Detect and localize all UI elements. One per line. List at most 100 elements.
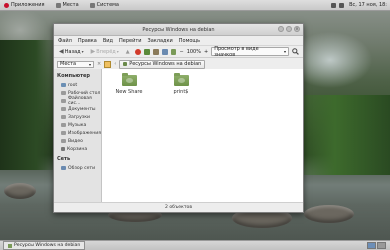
sidebar-item-trash[interactable]: Корзина (54, 145, 101, 153)
toolbar: ◀ Назад ▾ ▶ Вперёд ▾ ▲ − 100% + Просмотр… (54, 46, 303, 58)
sidebar-item-root[interactable]: root (54, 81, 101, 89)
sidebar-mode-select[interactable]: Места ▾ (57, 60, 94, 68)
folder-icon[interactable] (170, 48, 177, 55)
places-menu[interactable]: Места (52, 2, 79, 8)
sidebar-item-filesystem[interactable]: Файловая сис... (54, 96, 101, 106)
wallpaper-rock (304, 205, 354, 223)
network-status-icon[interactable] (331, 2, 337, 8)
edit-location-icon[interactable] (104, 60, 112, 68)
sidebar-item-label: Видео (68, 138, 83, 144)
content-area: Компьютер root Рабочий стол Файловая сис… (54, 69, 303, 202)
applications-menu-label: Приложения (11, 2, 45, 8)
close-button[interactable]: × (294, 26, 300, 32)
sidebar-item-music[interactable]: Музыка (54, 121, 101, 129)
reload-icon[interactable] (143, 48, 150, 55)
menu-edit[interactable]: Правка (78, 38, 97, 44)
folder-icon (61, 115, 66, 119)
minimize-button[interactable] (278, 26, 284, 32)
top-panel: Приложения Места Система Вс, 17 ноя, 18: (0, 0, 390, 11)
chevron-down-icon: ▾ (283, 49, 286, 54)
places-sidebar: Компьютер root Рабочий стол Файловая сис… (54, 69, 102, 202)
chevron-down-icon: ▾ (88, 61, 91, 67)
sidebar-item-label: Документы (68, 106, 96, 112)
chevron-down-icon: ▾ (116, 49, 119, 54)
sidebar-item-videos[interactable]: Видео (54, 137, 101, 145)
sidebar-mode-label: Места (60, 61, 77, 67)
volume-icon[interactable] (339, 2, 345, 8)
sidebar-item-label: Изображения (68, 130, 101, 136)
home-icon[interactable] (152, 48, 159, 55)
menu-view[interactable]: Вид (103, 38, 113, 44)
window-titlebar[interactable]: Ресурсы Windows на debian × (54, 24, 303, 36)
status-text: 2 объектов (164, 205, 193, 210)
sidebar-item-documents[interactable]: Документы (54, 105, 101, 113)
shared-folder-icon (121, 73, 137, 86)
sidebar-item-label: Обзор сети (68, 165, 96, 171)
bottom-panel: Ресурсы Windows на debian (0, 240, 390, 250)
system-menu[interactable]: Система (86, 2, 119, 8)
folder-icon (61, 139, 66, 143)
file-manager-window: Ресурсы Windows на debian × Файл Правка … (53, 23, 304, 213)
stop-icon[interactable] (134, 48, 141, 55)
workspace-1[interactable] (367, 242, 376, 249)
sidebar-item-pictures[interactable]: Изображения (54, 129, 101, 137)
file-item[interactable]: New Share (112, 73, 146, 95)
network-share-icon (123, 62, 128, 66)
forward-button-label: Вперёд (96, 48, 116, 55)
view-mode-label: Просмотр в виде значков (214, 45, 259, 58)
folder-icon (61, 107, 66, 111)
network-icon (61, 166, 66, 170)
sidebar-item-label: Загрузки (68, 114, 91, 120)
wallpaper-trees-left (0, 40, 60, 170)
trash-icon (61, 147, 65, 151)
arrow-left-icon: ◀ (59, 48, 64, 55)
arrow-right-icon: ▶ (90, 48, 96, 55)
places-icon (55, 2, 61, 8)
clock[interactable]: Вс, 17 ноя, 18: (349, 2, 387, 8)
debian-swirl-icon (4, 2, 9, 8)
file-item[interactable]: print$ (164, 73, 198, 95)
close-sidebar-icon[interactable]: × (97, 61, 101, 67)
sidebar-item-browse-network[interactable]: Обзор сети (54, 164, 101, 172)
menu-go[interactable]: Перейти (119, 38, 142, 44)
workspace-switcher[interactable] (367, 242, 386, 249)
shared-folder-icon (173, 73, 189, 86)
workspace-2[interactable] (377, 242, 386, 249)
file-view[interactable]: New Share print$ (102, 69, 303, 202)
desktop-icon (61, 91, 66, 95)
menubar: Файл Правка Вид Перейти Закладки Помощь (54, 36, 303, 46)
sidebar-item-label: root (68, 82, 78, 88)
zoom-out-icon[interactable]: − (179, 49, 183, 55)
applications-menu[interactable]: Приложения (0, 2, 45, 8)
up-arrow-icon[interactable]: ▲ (124, 48, 132, 56)
system-menu-label: Система (96, 2, 119, 8)
home-folder-icon (61, 83, 66, 87)
sidebar-item-label: Корзина (67, 146, 88, 152)
menu-help[interactable]: Помощь (179, 38, 200, 44)
computer-icon[interactable] (161, 48, 168, 55)
system-icon (89, 2, 95, 8)
sidebar-item-label: Файловая сис... (68, 96, 92, 106)
zoom-in-icon[interactable]: + (204, 49, 208, 55)
chevron-left-icon[interactable]: ‹ (114, 61, 116, 67)
search-icon (292, 48, 300, 55)
sidebar-item-label: Музыка (68, 122, 87, 128)
forward-button[interactable]: ▶ Вперёд ▾ (89, 48, 121, 56)
sidebar-item-downloads[interactable]: Загрузки (54, 113, 101, 121)
status-bar: 2 объектов (54, 202, 303, 212)
breadcrumb[interactable]: Ресурсы Windows на debian (119, 59, 206, 69)
menu-file[interactable]: Файл (58, 38, 72, 44)
taskbar-window-button[interactable]: Ресурсы Windows на debian (3, 241, 86, 250)
back-button-label: Назад (64, 48, 81, 55)
back-button[interactable]: ◀ Назад ▾ (57, 48, 86, 56)
maximize-button[interactable] (286, 26, 292, 32)
sidebar-header-computer: Компьютер (57, 73, 90, 79)
folder-icon (61, 131, 66, 135)
file-item-label: print$ (173, 89, 189, 95)
search-button[interactable] (292, 48, 300, 56)
file-item-label: New Share (115, 89, 143, 95)
folder-icon (61, 123, 66, 127)
menu-bookmarks[interactable]: Закладки (148, 38, 173, 44)
taskbar-window-label: Ресурсы Windows на debian (14, 243, 81, 248)
view-mode-select[interactable]: Просмотр в виде значков ▾ (211, 45, 289, 58)
